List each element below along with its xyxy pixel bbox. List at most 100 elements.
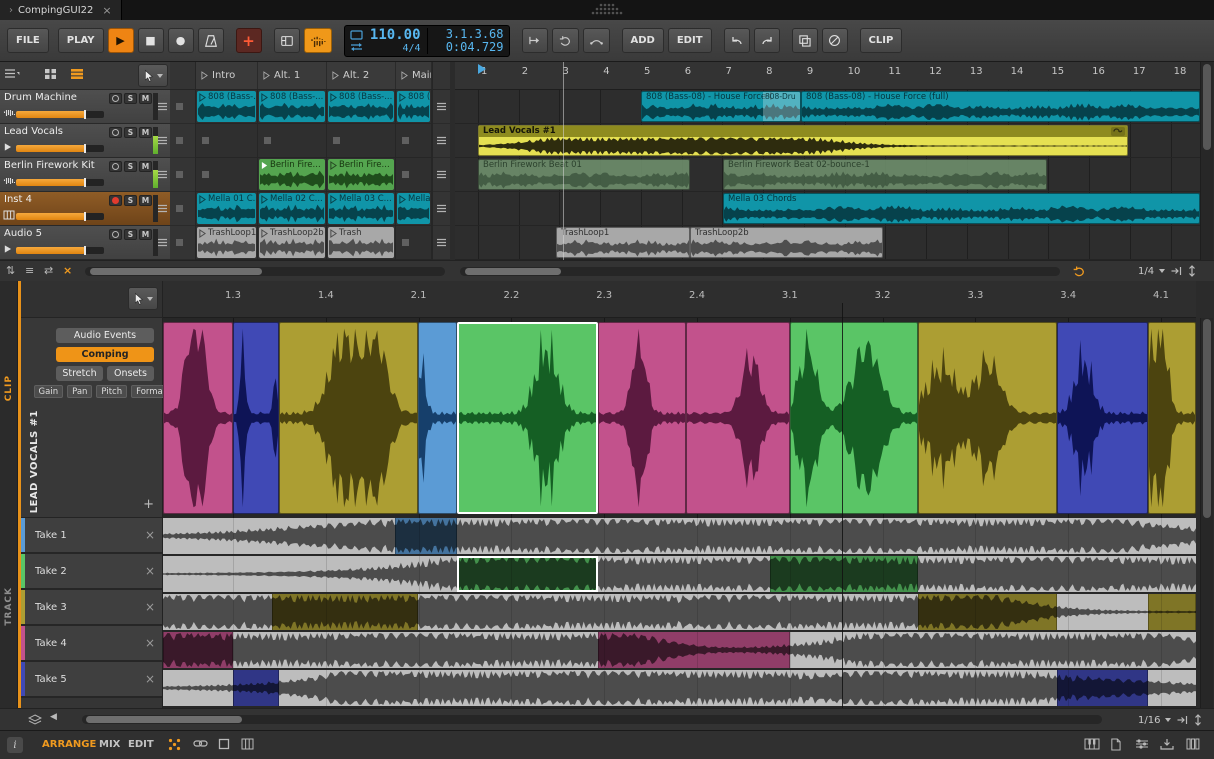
comping-button[interactable]: Comping: [56, 347, 154, 362]
tab-clip[interactable]: CLIP: [4, 375, 14, 401]
stop-button[interactable]: ■: [138, 28, 164, 53]
play-button[interactable]: ▶: [108, 28, 134, 53]
clip-slot[interactable]: Berlin Fire...: [258, 158, 327, 191]
take-comp-region[interactable]: [598, 632, 790, 668]
add-take-button[interactable]: +: [143, 498, 154, 511]
comp-segment[interactable]: [1057, 322, 1148, 514]
comp-segment[interactable]: [598, 322, 686, 514]
input-monitor-button[interactable]: [109, 93, 122, 104]
comp-main-area[interactable]: [163, 318, 1196, 518]
clip-slot[interactable]: Berlin Fire...: [327, 158, 396, 191]
volume-fader[interactable]: [16, 145, 104, 152]
solo-button[interactable]: S: [124, 127, 137, 138]
redo-button[interactable]: [754, 28, 780, 53]
mute-button[interactable]: M: [139, 127, 152, 138]
launcher-clip[interactable]: 808 (Bass-...: [259, 91, 325, 122]
comp-segment[interactable]: [418, 322, 457, 514]
input-monitor-button[interactable]: [109, 161, 122, 172]
launcher-clip[interactable]: Trash: [328, 227, 394, 258]
layout-panel-button[interactable]: [274, 28, 300, 53]
mini-menu-icon[interactable]: [436, 204, 447, 213]
close-project-icon[interactable]: ×: [102, 4, 111, 17]
clip-stop-button[interactable]: [176, 205, 183, 212]
pointer-tool-button[interactable]: [138, 64, 168, 87]
take-row[interactable]: Take 3×: [21, 590, 162, 626]
auto-scroll-icon[interactable]: [1072, 265, 1085, 278]
clear-selection-icon[interactable]: ×: [63, 264, 72, 277]
launcher-clip[interactable]: TrashLoop2b: [259, 227, 325, 258]
scene-header[interactable]: Intro: [196, 62, 258, 89]
empty-clip-slot[interactable]: [396, 124, 432, 157]
arranger-ruler[interactable]: 123456789101112131415161718: [455, 62, 1200, 90]
launcher-clip[interactable]: Mella: [397, 193, 430, 224]
gain-button[interactable]: Gain: [34, 385, 64, 398]
clip-launcher-toggle-icon[interactable]: [44, 68, 57, 80]
solo-button[interactable]: S: [124, 195, 137, 206]
launcher-clip[interactable]: Berlin Fire...: [259, 159, 325, 190]
tab-arrange[interactable]: ARRANGE: [42, 739, 96, 750]
clip-stop-button[interactable]: [264, 137, 271, 144]
clip-slot[interactable]: 808 (Bass-...: [196, 90, 258, 123]
mute-button[interactable]: M: [139, 93, 152, 104]
editor-pointer-tool-button[interactable]: [128, 287, 158, 310]
info-icon[interactable]: i: [7, 737, 23, 753]
launcher-clip[interactable]: Berlin Fire...: [328, 159, 394, 190]
copy-button[interactable]: [792, 28, 818, 53]
add-track-button[interactable]: +: [236, 28, 262, 53]
record-button[interactable]: ●: [168, 28, 194, 53]
launcher-h-scrollbar[interactable]: [85, 267, 445, 276]
clip-slot[interactable]: Mella 01 C...: [196, 192, 258, 225]
clip-stop-button[interactable]: [176, 137, 183, 144]
inbox-icon[interactable]: [1160, 738, 1174, 750]
track-menu-icon[interactable]: [157, 204, 168, 213]
empty-clip-slot[interactable]: [196, 124, 258, 157]
remove-take-icon[interactable]: ×: [145, 672, 155, 686]
empty-clip-slot[interactable]: [258, 124, 327, 157]
take-lane[interactable]: [163, 556, 1196, 592]
arranger-clip[interactable]: TrashLoop1: [556, 227, 690, 258]
clip-stop-button[interactable]: [202, 171, 209, 178]
cancel-button[interactable]: [822, 28, 848, 53]
comp-segment[interactable]: [790, 322, 918, 514]
clip-slot[interactable]: 808 (Bass-...: [396, 90, 432, 123]
track-menu-icon[interactable]: [157, 136, 168, 145]
scene-header[interactable]: Main: [396, 62, 432, 89]
record-arm-button[interactable]: [109, 195, 122, 206]
take-comp-region[interactable]: [272, 594, 418, 630]
editor-ruler[interactable]: 1.31.42.12.22.32.43.13.23.33.44.1: [163, 281, 1196, 318]
clip-slot[interactable]: Trash: [327, 226, 396, 259]
launcher-clip[interactable]: Mella 02 C...: [259, 193, 325, 224]
arranger-clip[interactable]: Mella 03 Chords: [723, 193, 1200, 224]
track-menu-icon[interactable]: [157, 238, 168, 247]
volume-fader[interactable]: [16, 111, 104, 118]
take-lane[interactable]: [163, 632, 1196, 668]
file-button[interactable]: FILE: [7, 28, 49, 53]
clip-loop-icon[interactable]: [1111, 127, 1125, 136]
solo-button[interactable]: S: [124, 229, 137, 240]
add-button[interactable]: ADD: [622, 28, 664, 53]
stretch-button[interactable]: Stretch: [56, 366, 103, 381]
track-menu-icon[interactable]: [157, 102, 168, 111]
comp-segment[interactable]: [279, 322, 418, 514]
undo-button[interactable]: [724, 28, 750, 53]
project-tab[interactable]: › CompingGUI22 ×: [0, 0, 122, 20]
comp-segment[interactable]: [1148, 322, 1196, 514]
remove-take-icon[interactable]: ×: [145, 600, 155, 614]
take-comp-region[interactable]: [1057, 670, 1148, 706]
take-row[interactable]: Take 4×: [21, 626, 162, 662]
tab-edit[interactable]: EDIT: [128, 739, 154, 750]
arranger-vertical-scrollbar[interactable]: [1200, 62, 1213, 260]
volume-fader[interactable]: [16, 213, 104, 220]
remove-take-icon[interactable]: ×: [145, 528, 155, 542]
launcher-clip[interactable]: Mella 01 C...: [197, 193, 256, 224]
mute-button[interactable]: M: [139, 161, 152, 172]
scroll-left-icon[interactable]: ◀: [50, 712, 57, 722]
snap-grid-icon[interactable]: [1187, 265, 1197, 277]
track-height-icon[interactable]: ≡: [25, 264, 34, 277]
volume-fader[interactable]: [16, 247, 104, 254]
take-row[interactable]: Take 5×: [21, 662, 162, 698]
comping-editor[interactable]: 1.31.42.12.22.32.43.13.23.33.44.1: [163, 281, 1196, 708]
comp-segment[interactable]: [918, 322, 1057, 514]
mute-button[interactable]: M: [139, 229, 152, 240]
file-icon[interactable]: [1110, 738, 1121, 751]
